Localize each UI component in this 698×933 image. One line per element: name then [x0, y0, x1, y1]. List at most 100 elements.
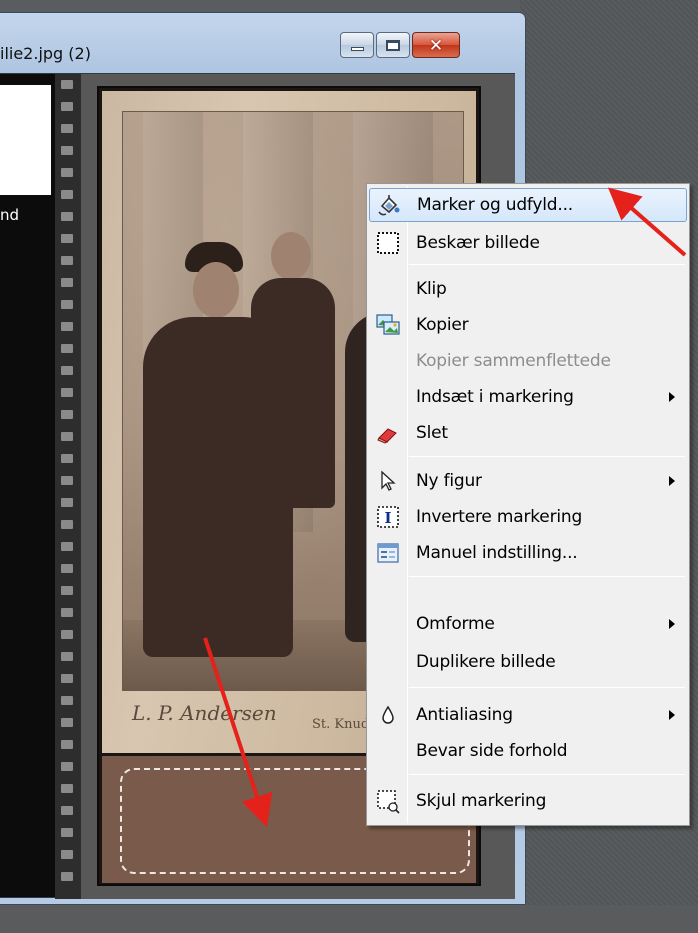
menu-separator: [409, 687, 685, 688]
photographer-signature: L. P. Andersen: [132, 701, 277, 725]
menu-item-label: Klip: [416, 279, 447, 299]
droplet-icon: [375, 702, 401, 728]
menu-item-label: Ny figur: [416, 471, 482, 491]
menu-item-klip[interactable]: Klip: [369, 272, 687, 306]
film-hole: [61, 278, 73, 287]
film-hole: [61, 806, 73, 815]
submenu-arrow-icon: [669, 476, 675, 486]
close-icon: ✕: [428, 35, 444, 55]
film-hole: [61, 740, 73, 749]
film-hole: [61, 234, 73, 243]
menu-item-antialiasing[interactable]: Antialiasing: [369, 698, 687, 732]
film-hole: [61, 300, 73, 309]
desktop-background-bottom: [0, 905, 698, 933]
menu-item-ny-figur[interactable]: Ny figur: [369, 464, 687, 498]
menu-item-label: Manuel indstilling...: [416, 543, 578, 563]
film-hole: [61, 344, 73, 353]
menu-separator: [409, 774, 685, 775]
window-titlebar[interactable]: ilie2.jpg (2) ✕: [0, 13, 525, 73]
film-hole: [61, 850, 73, 859]
menu-item-slet[interactable]: Slet: [369, 416, 687, 450]
maximize-icon: [386, 39, 400, 51]
menu-separator: [409, 456, 685, 457]
manual-settings-icon: [375, 540, 401, 566]
side-panel-text: nd: [0, 206, 20, 224]
menu-item-label: Omforme: [416, 614, 495, 634]
film-hole: [61, 102, 73, 111]
invert-selection-icon: I: [375, 504, 401, 530]
submenu-arrow-icon: [669, 710, 675, 720]
minimize-button[interactable]: [340, 32, 374, 58]
minimize-icon: [350, 47, 364, 51]
film-hole: [61, 322, 73, 331]
menu-item-indsaet-i-markering[interactable]: Indsæt i markering: [369, 380, 687, 414]
menu-item-label: Indsæt i markering: [416, 387, 574, 407]
select-fill-icon: [376, 192, 402, 218]
film-hole: [61, 586, 73, 595]
menu-separator: [409, 576, 685, 577]
context-menu: Marker og udfyld... Beskær billede Klip …: [366, 183, 690, 826]
thumbnail-panel[interactable]: [0, 85, 51, 195]
film-hole: [61, 674, 73, 683]
window-title: ilie2.jpg (2): [0, 44, 91, 63]
film-hole: [61, 784, 73, 793]
maximize-button[interactable]: [376, 32, 410, 58]
menu-item-omforme[interactable]: Omforme: [369, 607, 687, 641]
film-hole: [61, 872, 73, 881]
film-strip: [55, 74, 81, 899]
menu-item-manuel-indstilling[interactable]: Manuel indstilling...: [369, 536, 687, 570]
menu-item-label: Duplikere billede: [416, 652, 556, 672]
film-hole: [61, 190, 73, 199]
menu-item-invertere-markering[interactable]: I Invertere markering: [369, 500, 687, 534]
menu-item-label: Invertere markering: [416, 507, 583, 527]
menu-item-label: Marker og udfyld...: [417, 195, 573, 215]
film-hole: [61, 80, 73, 89]
film-hole: [61, 696, 73, 705]
menu-item-label: Bevar side forhold: [416, 741, 568, 761]
film-hole: [61, 608, 73, 617]
menu-item-skjul-markering[interactable]: Skjul markering: [369, 784, 687, 818]
submenu-arrow-icon: [669, 392, 675, 402]
menu-item-label: Antialiasing: [416, 705, 513, 725]
film-hole: [61, 476, 73, 485]
eraser-icon: [375, 420, 401, 446]
film-hole: [61, 454, 73, 463]
film-hole: [61, 388, 73, 397]
film-hole: [61, 542, 73, 551]
menu-item-kopier[interactable]: Kopier: [369, 308, 687, 342]
menu-item-label: Kopier sammenflettede: [416, 351, 611, 371]
menu-item-beskaer-billede[interactable]: Beskær billede: [369, 226, 687, 260]
menu-item-marker-og-udfyld[interactable]: Marker og udfyld...: [369, 188, 687, 222]
film-hole: [61, 828, 73, 837]
copy-image-icon: [375, 312, 401, 338]
film-hole: [61, 718, 73, 727]
crop-icon: [375, 230, 401, 256]
film-hole: [61, 410, 73, 419]
menu-item-kopier-sammenflettede[interactable]: Kopier sammenflettede: [369, 344, 687, 378]
close-button[interactable]: ✕: [412, 32, 460, 58]
cursor-icon: [375, 468, 401, 494]
menu-item-label: Skjul markering: [416, 791, 547, 811]
film-hole: [61, 124, 73, 133]
film-hole: [61, 564, 73, 573]
menu-separator: [409, 264, 685, 265]
hide-selection-icon: [375, 788, 401, 814]
film-hole: [61, 498, 73, 507]
film-hole: [61, 630, 73, 639]
film-hole: [61, 212, 73, 221]
film-hole: [61, 762, 73, 771]
menu-item-label: Kopier: [416, 315, 469, 335]
film-hole: [61, 652, 73, 661]
menu-item-label: Slet: [416, 423, 448, 443]
film-hole: [61, 520, 73, 529]
menu-item-bevar-side-forhold[interactable]: Bevar side forhold: [369, 734, 687, 768]
film-hole: [61, 168, 73, 177]
submenu-arrow-icon: [669, 619, 675, 629]
menu-item-label: Beskær billede: [416, 233, 540, 253]
film-hole: [61, 256, 73, 265]
film-hole: [61, 432, 73, 441]
film-hole: [61, 366, 73, 375]
svg-text:I: I: [384, 509, 391, 527]
menu-item-duplikere-billede[interactable]: Duplikere billede: [369, 645, 687, 679]
film-hole: [61, 146, 73, 155]
